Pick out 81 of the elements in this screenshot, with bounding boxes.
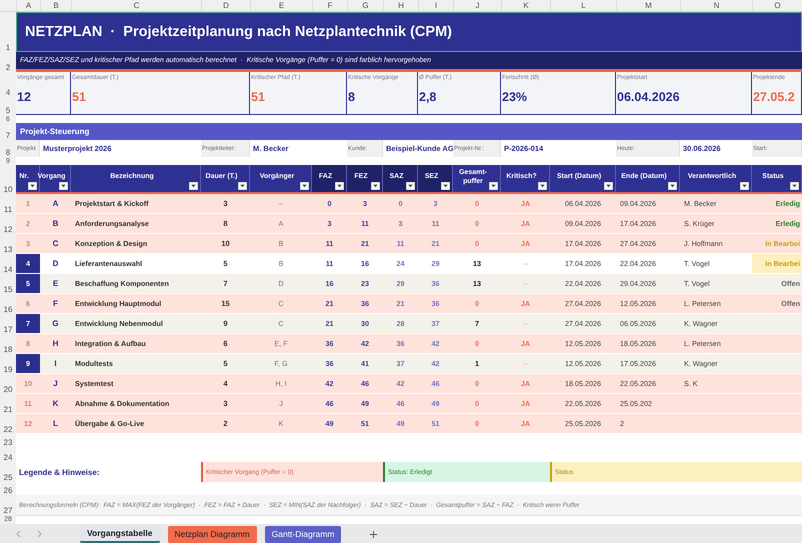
row-header[interactable]: 1 — [6, 43, 10, 52]
filter-button[interactable] — [189, 182, 198, 190]
row-header[interactable]: 14 — [4, 265, 12, 274]
row-header[interactable]: 21 — [4, 405, 12, 414]
kpi-value: 27.05.2 — [753, 90, 796, 104]
filter-button[interactable] — [740, 182, 749, 190]
row-header[interactable]: 2 — [6, 63, 10, 72]
filter-button[interactable] — [371, 182, 380, 190]
filter-button[interactable] — [441, 182, 450, 190]
kpi-value: 23% — [502, 90, 528, 104]
table-cell-text: I — [53, 358, 58, 370]
row-header[interactable]: 8 — [6, 148, 10, 157]
row-header[interactable]: 20 — [4, 385, 12, 394]
row-header[interactable]: 23 — [4, 438, 12, 447]
column-header[interactable]: E — [250, 0, 312, 11]
table-cell-text: E — [52, 278, 60, 290]
row-header[interactable]: 25 — [4, 473, 12, 482]
filter-button[interactable] — [238, 182, 247, 190]
section-title: Projekt-Steuerung — [20, 127, 90, 136]
column-header[interactable]: H — [383, 0, 418, 11]
filter-button[interactable] — [790, 182, 799, 190]
row-header[interactable]: 4 — [6, 88, 10, 97]
sheet-tab[interactable]: Netzplan Diagramm — [168, 526, 257, 542]
row-header[interactable]: 12 — [4, 225, 12, 234]
table-cell-text: L — [52, 418, 59, 430]
table-cell-text: G — [51, 318, 60, 330]
row-header[interactable]: 15 — [4, 285, 12, 294]
kpi-value: 12 — [17, 90, 32, 104]
kpi-value: 06.04.2026 — [617, 90, 681, 104]
row-header[interactable]: 7 — [6, 131, 10, 140]
row-header[interactable]: 19 — [4, 365, 12, 374]
kpi-value: 51 — [72, 90, 87, 104]
filter-button[interactable] — [335, 182, 344, 190]
column-header[interactable]: G — [347, 0, 383, 11]
row-header[interactable]: 16 — [4, 305, 12, 314]
column-header[interactable]: C — [71, 0, 201, 11]
filter-button[interactable] — [538, 182, 547, 190]
sheet-title: NETZPLAN · Projektzeitplanung nach Netzplantechnik (CPM) — [25, 24, 452, 40]
table-cell-text: H — [52, 338, 60, 350]
row-header[interactable]: 26 — [4, 486, 12, 495]
kpi-value: 2,8 — [419, 90, 438, 104]
row-header[interactable]: 22 — [4, 425, 12, 434]
row-header[interactable]: 27 — [4, 506, 12, 515]
row-header[interactable]: 24 — [4, 453, 12, 462]
filter-button[interactable] — [28, 182, 37, 190]
table-cell-text: K — [52, 398, 60, 410]
table-cell-text: D — [52, 258, 60, 270]
kpi-value: 51 — [251, 90, 266, 104]
column-header[interactable]: D — [201, 0, 250, 11]
sheet-tab[interactable]: Gantt-Diagramm — [264, 526, 342, 542]
kpi-value: 8 — [348, 90, 356, 104]
filter-button[interactable] — [59, 182, 68, 190]
filter-button[interactable] — [300, 182, 309, 190]
column-header[interactable]: A — [16, 0, 40, 11]
sheet-tab[interactable]: Vorgangstabelle — [80, 526, 160, 542]
legend-title: Legende & Hinweise: — [18, 466, 100, 479]
column-header[interactable]: F — [312, 0, 347, 11]
column-header[interactable]: K — [501, 0, 550, 11]
column-header[interactable]: L — [550, 0, 616, 11]
column-header[interactable]: M — [616, 0, 680, 11]
filter-button[interactable] — [604, 182, 613, 190]
table-cell-text: J — [52, 378, 59, 390]
row-header[interactable]: 10 — [4, 185, 12, 194]
column-header[interactable]: N — [680, 0, 752, 11]
table-cell-text: A — [52, 198, 60, 210]
column-header[interactable]: O — [752, 0, 802, 11]
add-sheet-button[interactable] — [369, 530, 378, 538]
column-header[interactable]: I — [418, 0, 453, 11]
column-header[interactable]: B — [40, 0, 71, 11]
table-cell-text: B — [52, 218, 60, 230]
row-header[interactable]: 17 — [4, 325, 12, 334]
row-header[interactable]: 11 — [4, 205, 12, 214]
row-header[interactable]: 18 — [4, 345, 12, 354]
filter-button[interactable] — [668, 182, 677, 190]
filter-button[interactable] — [406, 182, 415, 190]
table-cell-text: F — [52, 298, 59, 310]
table-cell-text: C — [52, 238, 60, 250]
column-header[interactable]: J — [453, 0, 501, 11]
filter-button[interactable] — [489, 182, 498, 190]
row-header[interactable]: 5 — [6, 106, 10, 115]
row-header[interactable]: 13 — [4, 245, 12, 254]
